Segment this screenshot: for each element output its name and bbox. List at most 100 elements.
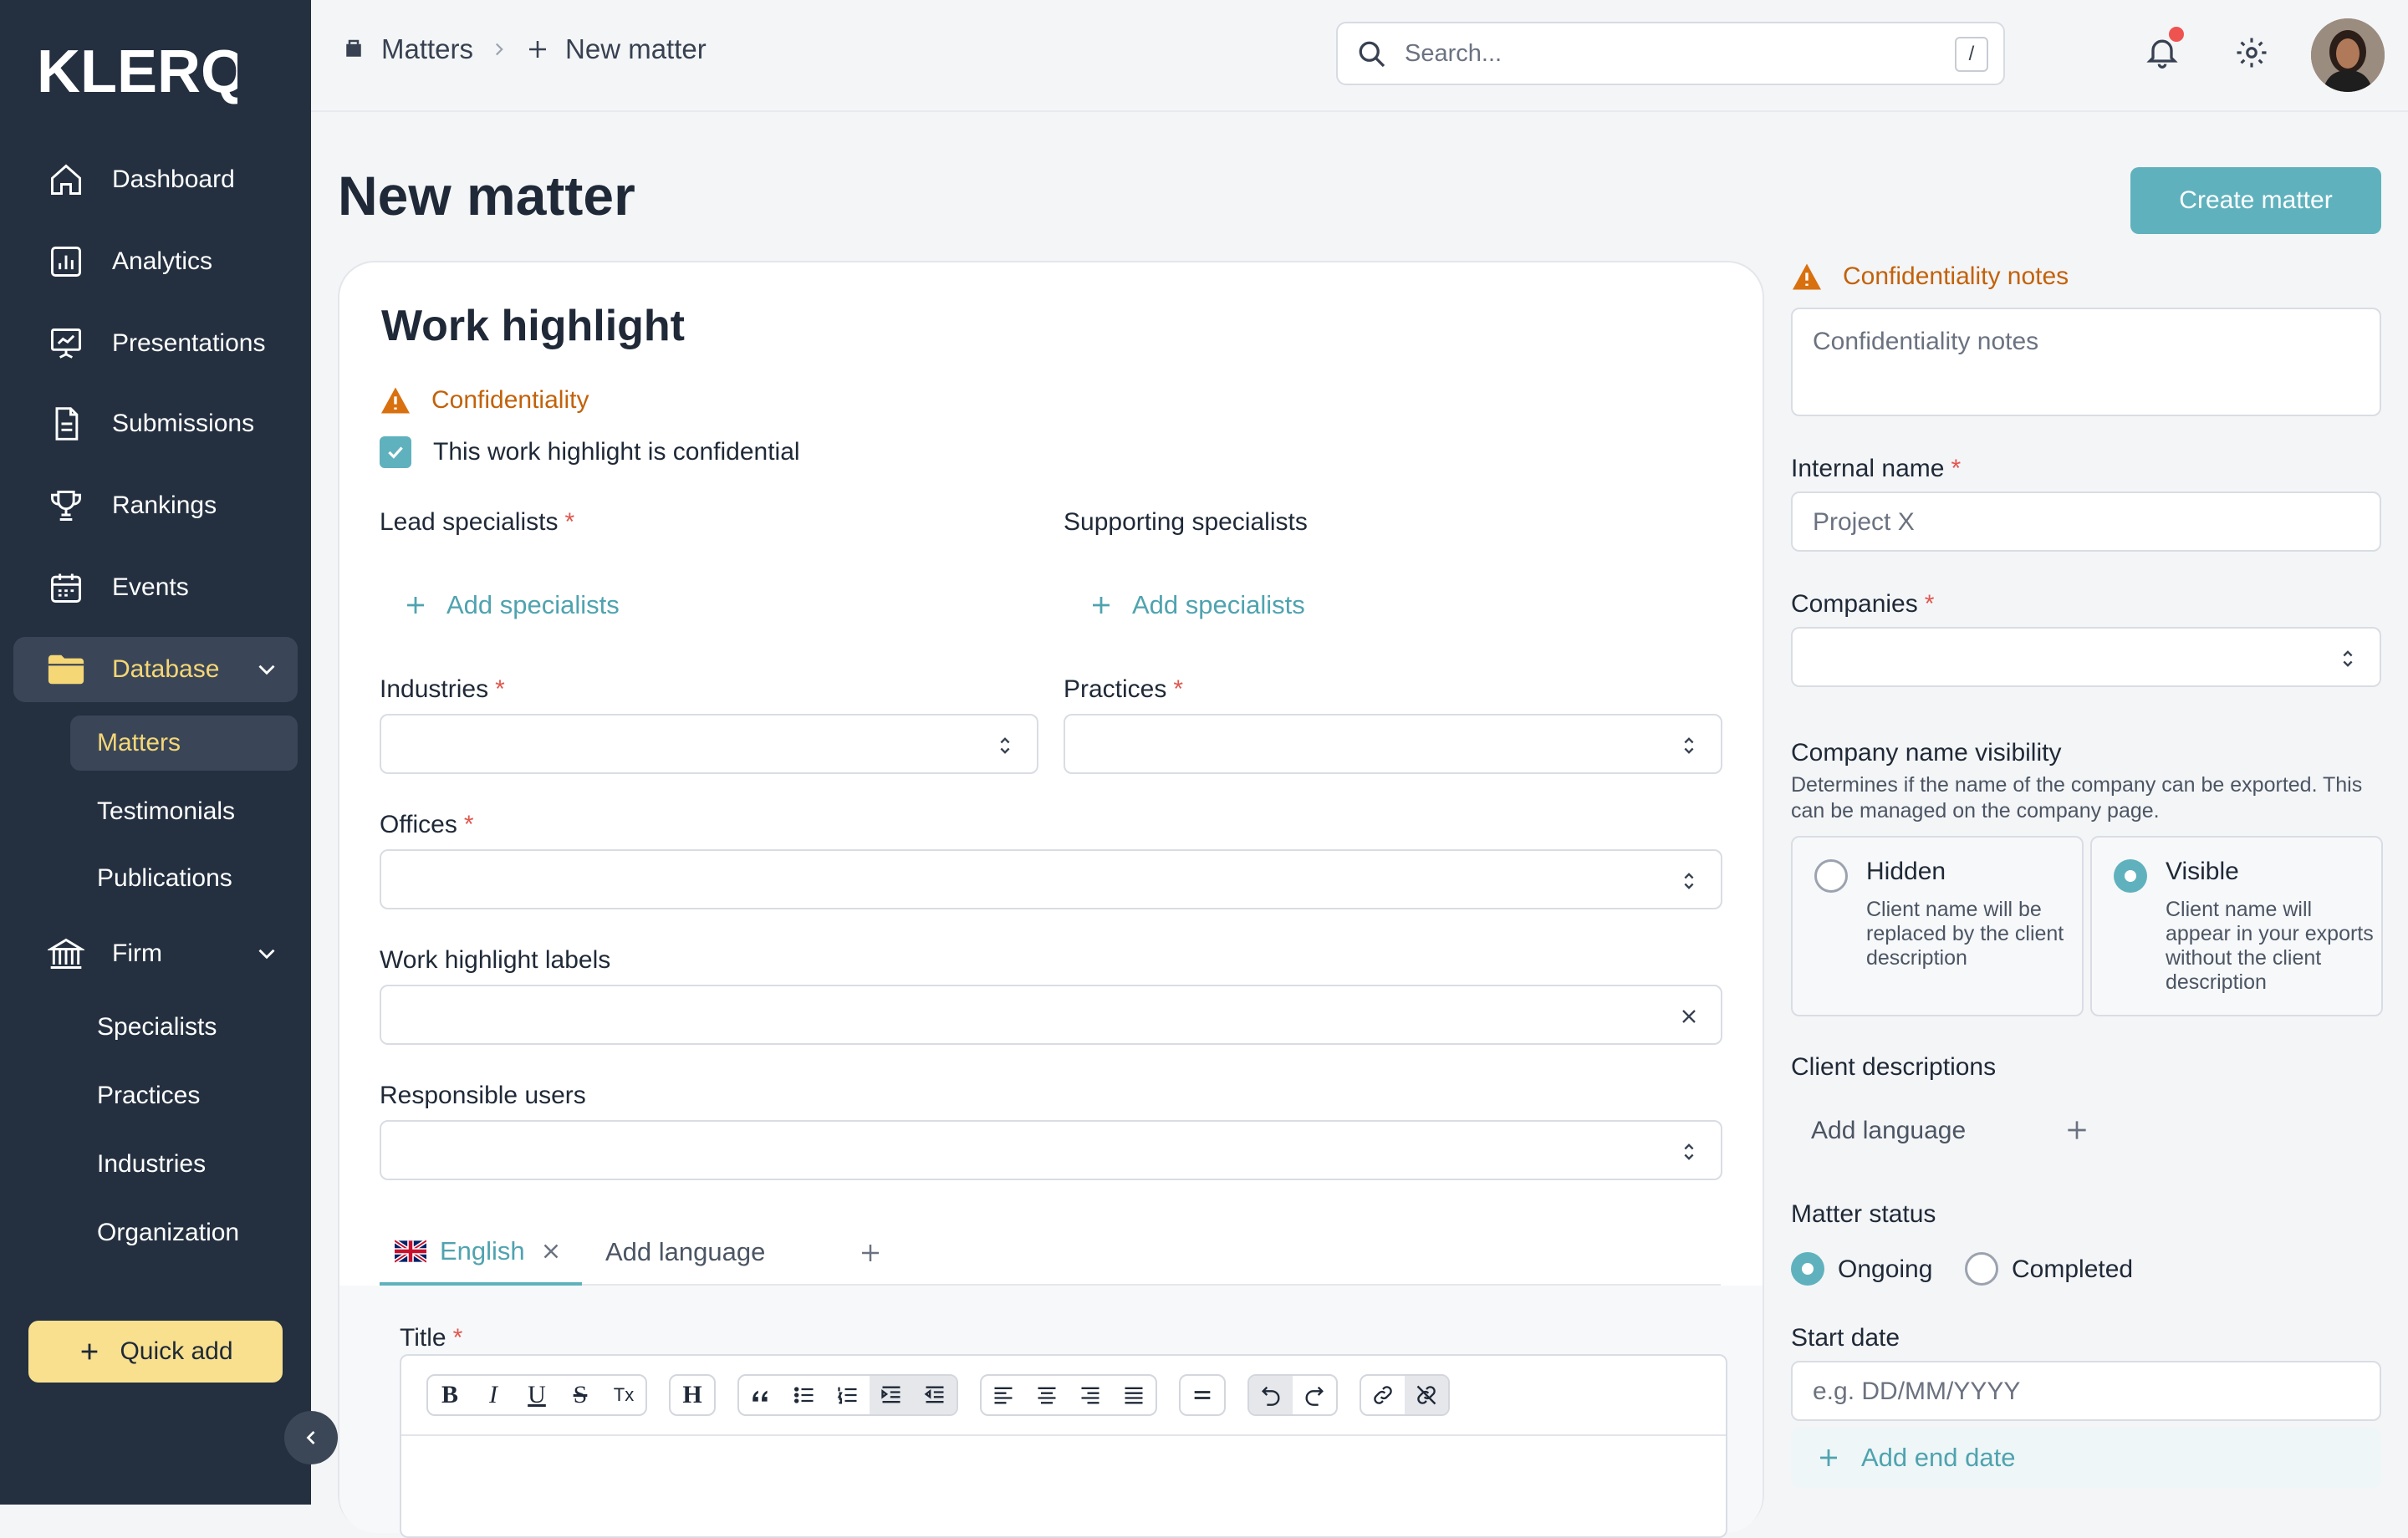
chevron-up-down-icon [1684, 737, 1694, 754]
sidebar-item-presentations[interactable]: Presentations [13, 311, 298, 376]
chevron-up-down-icon [1000, 737, 1010, 754]
offices-label: Offices * [380, 811, 474, 838]
sidebar-item-dashboard[interactable]: Dashboard [13, 147, 298, 212]
work-highlight-labels-label: Work highlight labels [380, 946, 611, 974]
title-editor[interactable]: B I U S Tx H [400, 1354, 1727, 1538]
link-button[interactable] [1361, 1376, 1405, 1414]
company-name-visibility-label: Company name visibility [1791, 739, 2062, 766]
justify-button[interactable] [1112, 1376, 1156, 1414]
italic-button[interactable]: I [472, 1376, 515, 1414]
chevron-down-icon[interactable] [253, 940, 281, 968]
responsible-users-label: Responsible users [380, 1082, 586, 1109]
offices-select[interactable] [380, 849, 1722, 909]
align-group [980, 1374, 1157, 1416]
visibility-option-visible[interactable]: Visible Client name will appear in your … [2090, 836, 2383, 1016]
breadcrumb-matters[interactable]: Matters [381, 33, 473, 65]
plus-icon[interactable] [858, 1240, 883, 1266]
responsible-users-select[interactable] [380, 1120, 1722, 1180]
add-supporting-specialists-button[interactable]: Add specialists [1089, 590, 1305, 620]
companies-select[interactable] [1791, 627, 2381, 687]
completed-radio[interactable] [1965, 1252, 1998, 1286]
chevron-down-icon[interactable] [253, 655, 281, 684]
clear-format-button[interactable]: Tx [602, 1376, 645, 1414]
collapse-sidebar-button[interactable] [284, 1411, 338, 1464]
client-descriptions-add-language[interactable]: Add language [1811, 1117, 1966, 1145]
chevron-up-down-icon [1684, 873, 1694, 889]
practices-select[interactable] [1064, 714, 1722, 774]
uk-flag-icon [395, 1240, 426, 1263]
indent-button[interactable] [870, 1376, 913, 1414]
tab-english[interactable]: English [380, 1220, 582, 1286]
add-lead-specialists-button[interactable]: Add specialists [403, 590, 620, 620]
bold-button[interactable]: B [428, 1376, 472, 1414]
work-highlight-card: Work highlight Confidentiality This work… [338, 261, 1764, 1538]
hidden-radio[interactable] [1814, 859, 1848, 893]
add-end-date-button[interactable]: Add end date [1791, 1428, 2381, 1488]
sidebar-item-label: Events [112, 573, 189, 601]
bullet-list-button[interactable] [783, 1376, 826, 1414]
underline-button[interactable]: U [515, 1376, 559, 1414]
settings-button[interactable] [2234, 35, 2269, 70]
visibility-option-hidden[interactable]: Hidden Client name will be replaced by t… [1791, 836, 2084, 1016]
bullet-list-icon [793, 1387, 814, 1403]
sidebar-subitem-practices[interactable]: Practices [70, 1068, 298, 1123]
companies-label: Companies * [1791, 590, 1935, 618]
notifications-button[interactable] [2144, 27, 2184, 74]
matter-status-label: Matter status [1791, 1200, 1936, 1228]
plus-icon [407, 597, 424, 614]
sidebar-item-firm[interactable]: Firm [13, 921, 298, 986]
sidebar-item-events[interactable]: Events [13, 555, 298, 620]
link-group [1360, 1374, 1450, 1416]
sidebar-item-rankings[interactable]: Rankings [13, 473, 298, 538]
numbered-list-button[interactable] [826, 1376, 870, 1414]
sidebar-subitem-specialists[interactable]: Specialists [70, 1000, 298, 1055]
avatar[interactable] [2311, 18, 2385, 92]
undo-button[interactable] [1249, 1376, 1293, 1414]
numbered-list-icon [837, 1387, 857, 1404]
sidebar-item-analytics[interactable]: Analytics [13, 229, 298, 294]
confidential-checkbox-row[interactable]: This work highlight is confidential [380, 436, 800, 468]
align-right-icon [1081, 1387, 1099, 1404]
align-right-button[interactable] [1069, 1376, 1112, 1414]
work-highlight-labels-select[interactable] [380, 985, 1722, 1045]
plus-icon[interactable] [2064, 1117, 2090, 1143]
sidebar-item-database[interactable]: Database [13, 637, 298, 702]
ongoing-label[interactable]: Ongoing [1838, 1255, 1932, 1284]
completed-label[interactable]: Completed [2012, 1255, 2133, 1284]
visible-radio[interactable] [2114, 859, 2147, 893]
clear-icon[interactable] [1677, 1003, 1701, 1030]
confidentiality-notes-textarea[interactable]: Confidentiality notes [1791, 308, 2381, 416]
sidebar-item-label: Rankings [112, 491, 217, 519]
quick-add-button[interactable]: Quick add [28, 1321, 283, 1383]
analytics-icon [47, 242, 85, 281]
heading-button[interactable]: H [671, 1376, 714, 1414]
divider-group [1179, 1374, 1226, 1416]
sidebar-item-label: Database [112, 655, 220, 683]
quote-button[interactable] [739, 1376, 783, 1414]
check-icon [388, 446, 403, 459]
create-matter-button[interactable]: Create matter [2130, 167, 2381, 234]
horizontal-rule-button[interactable] [1181, 1376, 1224, 1414]
sidebar-item-submissions[interactable]: Submissions [13, 391, 298, 456]
confidentiality-notes-heading: Confidentiality notes [1791, 262, 2069, 291]
confidential-checkbox[interactable] [380, 436, 411, 468]
start-date-input[interactable]: e.g. DD/MM/YYYY [1791, 1361, 2381, 1421]
outdent-button[interactable] [913, 1376, 957, 1414]
unlink-button[interactable] [1405, 1376, 1448, 1414]
industries-select[interactable] [380, 714, 1038, 774]
sidebar-subitem-publications[interactable]: Publications [70, 851, 298, 906]
internal-name-input[interactable]: Project X [1791, 491, 2381, 552]
redo-button[interactable] [1293, 1376, 1336, 1414]
sidebar-subitem-industries[interactable]: Industries [70, 1137, 298, 1192]
align-left-button[interactable] [982, 1376, 1025, 1414]
sidebar-subitem-organization[interactable]: Organization [70, 1205, 298, 1260]
klerq-logo[interactable]: KLERQ [37, 40, 237, 107]
sidebar-subitem-testimonials[interactable]: Testimonials [70, 784, 298, 839]
sidebar-subitem-matters[interactable]: Matters [70, 716, 298, 771]
strikethrough-button[interactable]: S [559, 1376, 602, 1414]
align-center-button[interactable] [1025, 1376, 1069, 1414]
add-language-tab[interactable]: Add language [605, 1237, 765, 1267]
close-icon[interactable] [538, 1239, 564, 1264]
ongoing-radio[interactable] [1791, 1252, 1824, 1286]
search-input[interactable]: Search... / [1336, 22, 2005, 85]
